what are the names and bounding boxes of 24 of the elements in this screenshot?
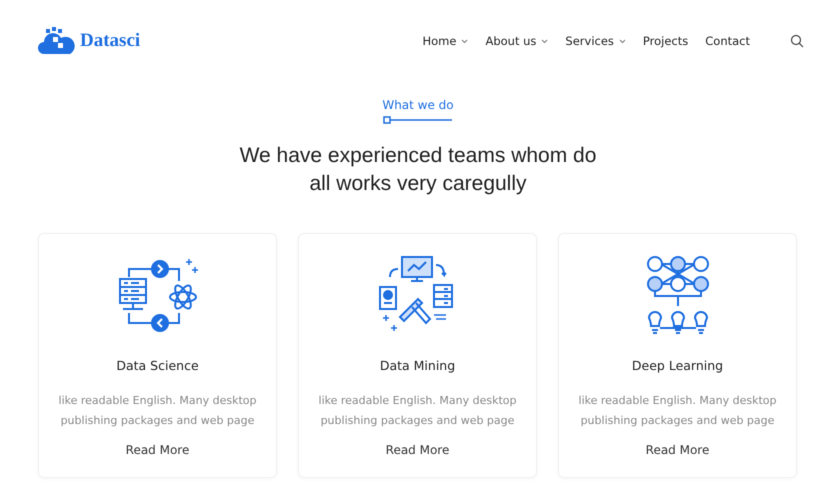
nav-link[interactable]: Home <box>422 34 468 48</box>
nav-link[interactable]: Projects <box>642 34 688 48</box>
read-more-link[interactable]: Read More <box>126 443 190 457</box>
chevron-down-icon <box>541 38 548 44</box>
nav-link[interactable]: Contact <box>705 34 750 48</box>
read-more-link[interactable]: Read More <box>386 443 450 457</box>
section-eyebrow: What we do <box>382 98 454 112</box>
nav-link[interactable]: Services <box>565 34 626 48</box>
search-icon[interactable] <box>790 34 804 48</box>
logo-text[interactable]: Datasci <box>80 30 140 52</box>
chevron-down-icon <box>461 38 468 44</box>
card-description: like readable English. Many desktop publishing packages and web page <box>58 393 258 429</box>
neural-network-icon <box>646 254 710 336</box>
chevron-down-icon <box>618 38 626 44</box>
section-heading: We have experienced teams whom do all works very caregully <box>240 143 596 197</box>
read-more-link[interactable]: Read More <box>646 443 710 457</box>
card-description: like readable English. Many desktop publishing packages and web page <box>318 393 518 429</box>
cloud-logo-icon <box>38 27 76 55</box>
card-title: Data Mining <box>380 358 456 373</box>
nav-link[interactable]: About us <box>485 34 548 48</box>
card-title: Deep Learning <box>632 358 724 373</box>
card-description: like readable English. Many desktop publishing packages and web page <box>578 393 778 429</box>
underline-decoration <box>383 116 453 124</box>
card-title: Data Science <box>116 358 199 373</box>
